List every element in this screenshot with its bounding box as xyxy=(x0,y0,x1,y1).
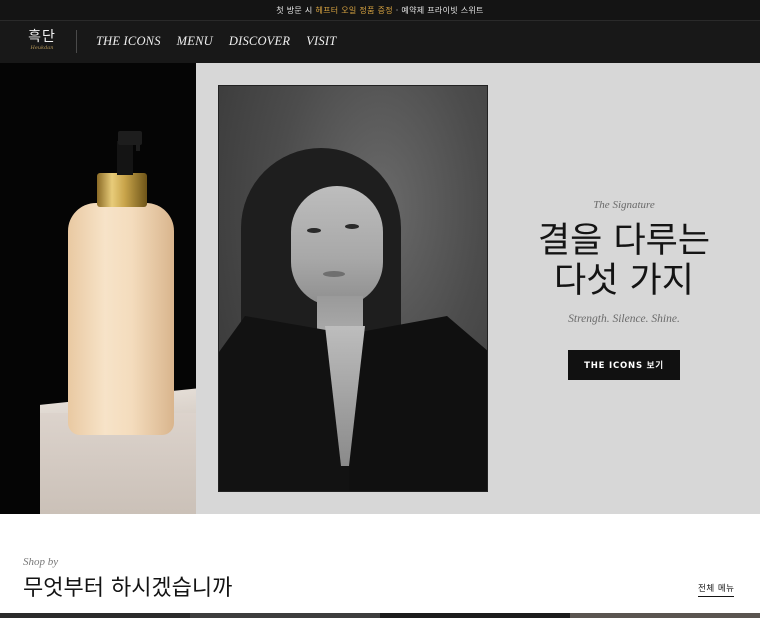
nav-discover[interactable]: DISCOVER xyxy=(229,34,290,49)
hero-subtitle: Strength. Silence. Shine. xyxy=(568,313,680,325)
pump-stem xyxy=(117,141,133,175)
hero-section: The Signature 결을 다루는 다섯 가지 Strength. Sil… xyxy=(196,63,760,514)
portrait-face xyxy=(291,186,383,306)
portrait-jacket-right xyxy=(349,316,487,491)
category-card[interactable] xyxy=(0,613,190,618)
header-divider xyxy=(76,30,77,53)
nav-visit[interactable]: VISIT xyxy=(306,34,336,49)
logo-korean: 흑단 xyxy=(28,29,56,45)
portrait-lips xyxy=(323,271,345,277)
nav-the-icons[interactable]: THE ICONS xyxy=(96,34,161,49)
product-image xyxy=(0,63,196,514)
bottle-collar xyxy=(97,173,147,207)
logo[interactable]: 흑단 Heukdan xyxy=(22,29,62,57)
model-portrait-image xyxy=(218,85,488,492)
hero-title-line1: 결을 다루는 xyxy=(537,221,711,261)
announcement-suffix: · 예약제 프라이빗 스위트 xyxy=(395,5,484,15)
announcement-prefix: 첫 방문 시 xyxy=(276,5,313,15)
the-icons-cta-button[interactable]: THE ICONS 보기 xyxy=(568,350,680,380)
announcement-highlight: 헤프터 오일 정품 증정 xyxy=(315,5,393,15)
hero-title: 결을 다루는 다섯 가지 xyxy=(488,221,760,301)
category-card[interactable] xyxy=(380,613,570,618)
logo-english: Heukdan xyxy=(30,45,54,51)
hero-eyebrow: The Signature xyxy=(593,199,655,211)
main-nav: THE ICONS MENU DISCOVER VISIT xyxy=(96,34,336,49)
category-card[interactable] xyxy=(570,613,760,618)
shop-eyebrow: Shop by xyxy=(23,556,59,568)
nav-menu[interactable]: MENU xyxy=(177,34,213,49)
announcement-bar: 첫 방문 시 헤프터 오일 정품 증정 · 예약제 프라이빗 스위트 xyxy=(0,0,760,21)
site-header: 흑단 Heukdan THE ICONS MENU DISCOVER VISIT xyxy=(0,21,760,63)
portrait-eye-right xyxy=(345,224,359,229)
portrait-eye-left xyxy=(307,228,321,233)
shop-title: 무엇부터 하시겠습니까 xyxy=(23,576,233,601)
hero-title-line2: 다섯 가지 xyxy=(554,261,694,301)
category-cards-strip xyxy=(0,613,760,618)
bottle-body xyxy=(68,203,174,435)
pump-nozzle xyxy=(136,135,140,151)
category-card[interactable] xyxy=(190,613,380,618)
all-menu-link[interactable]: 전체 메뉴 xyxy=(698,582,735,597)
